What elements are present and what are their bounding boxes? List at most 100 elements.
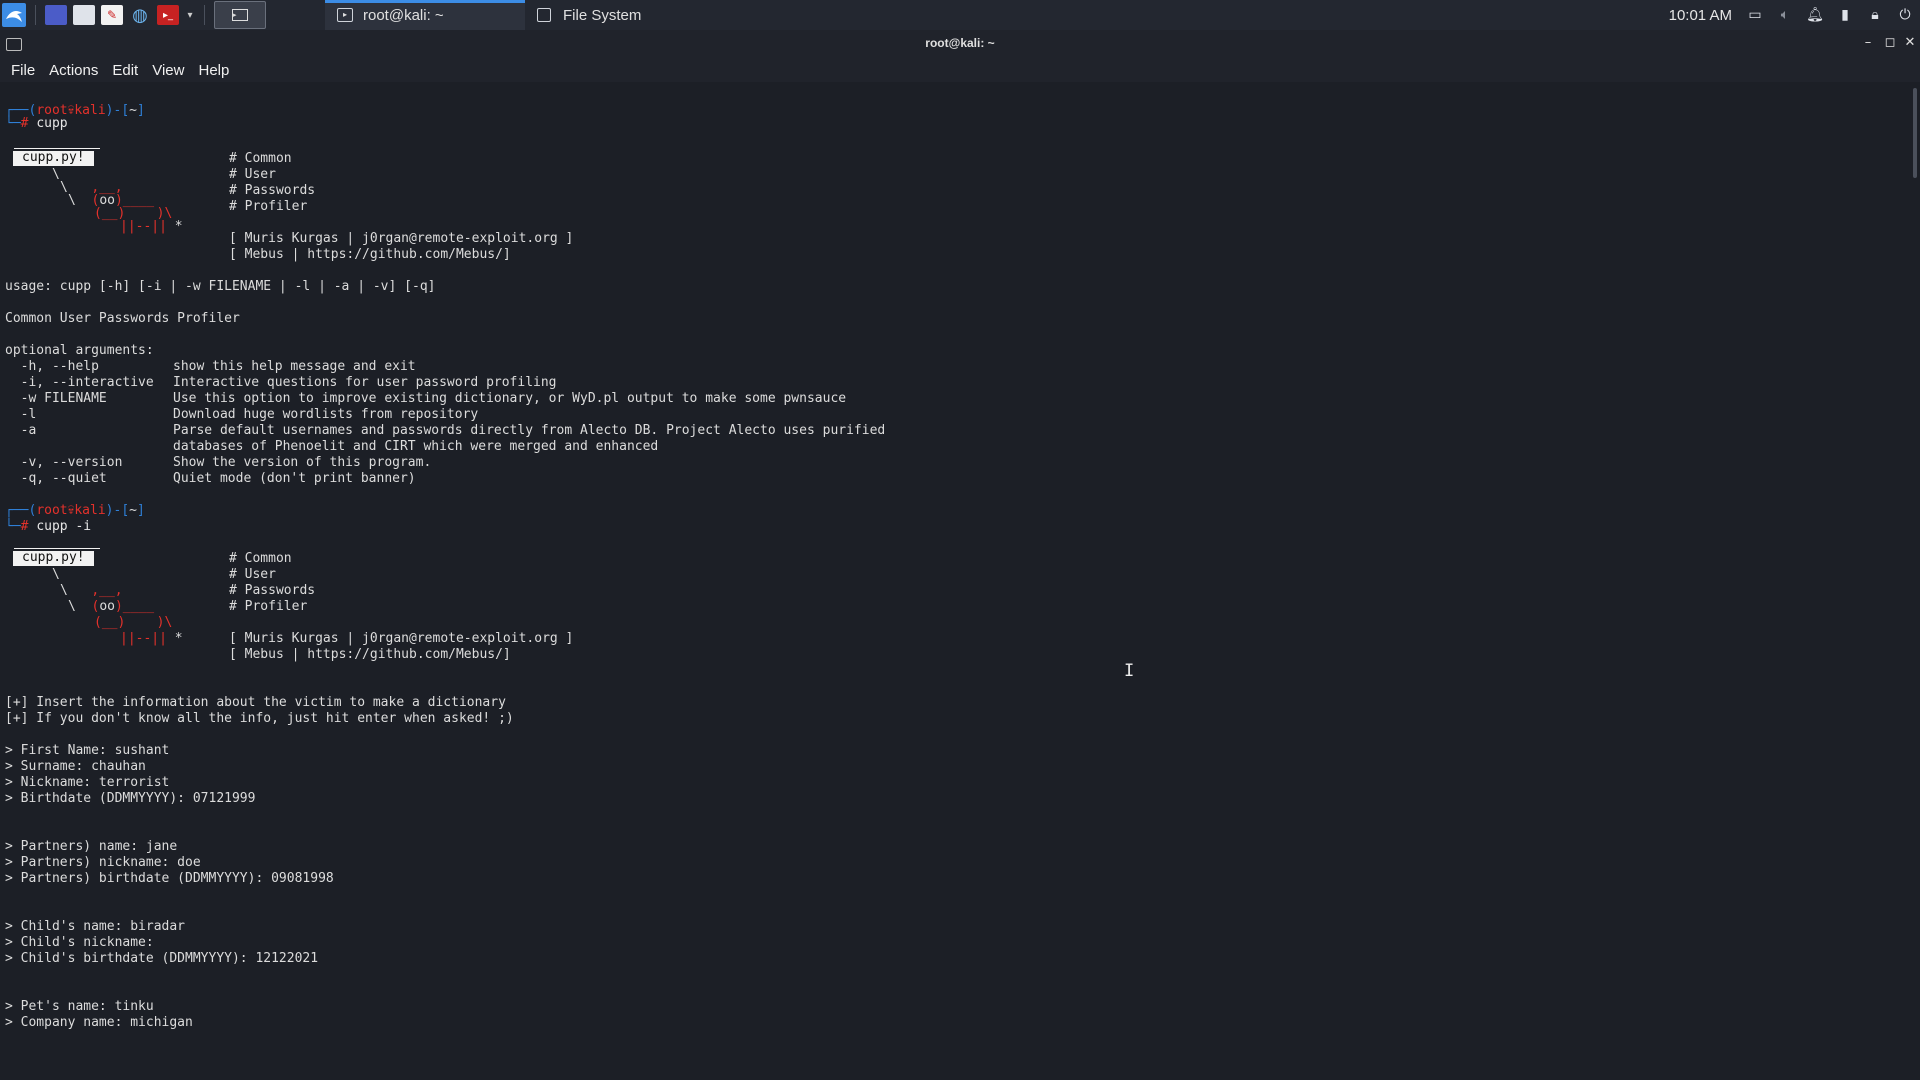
banner-author: [ Muris Kurgas | j0rgan@remote-exploit.o…: [229, 631, 574, 646]
banner-contrib: [ Mebus | https://github.com/Mebus/]: [229, 647, 511, 662]
banner-art: \ (oo)____: [68, 599, 155, 614]
option-flag: -i, --interactive: [5, 375, 154, 390]
banner-text: # Passwords: [229, 183, 316, 198]
banner-text: # Common: [229, 551, 292, 566]
optional-header: optional arguments:: [5, 343, 154, 358]
menu-file[interactable]: File: [4, 62, 42, 79]
banner-label: cupp.py!: [13, 151, 94, 166]
answer-line: > Partners) name: jane: [5, 839, 178, 854]
launcher-group: ✎ ◍ ▸_ ▾ ▸: [0, 0, 269, 30]
file-manager-icon[interactable]: [73, 5, 95, 25]
power-icon[interactable]: ⏻: [1896, 6, 1914, 24]
answer-line: > Company name: michigan: [5, 1015, 193, 1030]
option-desc: Quiet mode (don't print banner): [173, 471, 416, 486]
clock[interactable]: 10:01 AM: [1669, 7, 1732, 24]
option-flag: -w FILENAME: [5, 391, 107, 406]
menu-view[interactable]: View: [145, 62, 191, 79]
banner-text: # Profiler: [229, 199, 308, 214]
menu-help[interactable]: Help: [191, 62, 236, 79]
info-line: [+] If you don't know all the info, just…: [5, 711, 514, 726]
banner-contrib: [ Mebus | https://github.com/Mebus/]: [229, 247, 511, 262]
answer-line: > First Name: sushant: [5, 743, 170, 758]
option-desc: Show the version of this program.: [173, 455, 432, 470]
usage-line: usage: cupp [-h] [-i | -w FILENAME | -l …: [5, 279, 436, 294]
scrollbar-thumb[interactable]: [1913, 88, 1917, 178]
task-file-system-label: File System: [563, 6, 642, 24]
option-desc: Use this option to improve existing dict…: [173, 391, 847, 406]
terminal-red-icon[interactable]: ▸_: [157, 5, 179, 25]
command-line: └─# cupp -i: [5, 519, 92, 534]
text-cursor-icon: I: [1124, 661, 1135, 681]
window-titlebar[interactable]: root@kali: ~ – ◻ ✕: [0, 30, 1920, 58]
info-line: [+] Insert the information about the vic…: [5, 695, 506, 710]
minimize-icon[interactable]: –: [1860, 35, 1876, 51]
banner-label: cupp.py!: [13, 551, 94, 566]
maximize-icon[interactable]: ◻: [1882, 35, 1898, 51]
banner-box-top: [14, 148, 100, 149]
answer-line: > Partners) nickname: doe: [5, 855, 201, 870]
terminal-icon: ▸: [337, 8, 353, 22]
taskbar: ✎ ◍ ▸_ ▾ ▸ ▸ root@kali: ~ File System 10…: [0, 0, 1920, 30]
option-desc: Download huge wordlists from repository: [173, 407, 479, 422]
banner-text: # Profiler: [229, 599, 308, 614]
terminal-output[interactable]: ┌──(root💀︎kali)-[~] └─# cupp cupp.py! \ …: [0, 82, 1908, 1080]
banner-text: # User: [229, 167, 276, 182]
answer-line: > Pet's name: tinku: [5, 999, 154, 1014]
banner-author: [ Muris Kurgas | j0rgan@remote-exploit.o…: [229, 231, 574, 246]
terminal-scrollbar[interactable]: [1908, 82, 1920, 1080]
task-terminal[interactable]: ▸ root@kali: ~: [325, 0, 525, 30]
workspace-1-terminal-icon[interactable]: ▸: [214, 1, 266, 29]
volume-icon[interactable]: 🔈︎: [1776, 6, 1794, 24]
answer-line: > Birthdate (DDMMYYYY): 07121999: [5, 791, 256, 806]
option-flag: -l: [5, 407, 37, 422]
banner-text: # User: [229, 567, 276, 582]
banner-art: \: [52, 567, 60, 582]
option-flag: -v, --version: [5, 455, 123, 470]
answer-line: > Partners) birthdate (DDMMYYYY): 090819…: [5, 871, 334, 886]
answer-line: > Child's birthdate (DDMMYYYY): 12122021: [5, 951, 319, 966]
text-editor-icon[interactable]: ✎: [101, 5, 123, 25]
system-tray: 10:01 AM ▭ 🔈︎ 🔔︎ ▮ 🔒︎ ⏻: [1669, 0, 1920, 30]
desktop-icon[interactable]: [45, 5, 67, 25]
notification-bell-icon[interactable]: 🔔︎: [1806, 6, 1824, 24]
option-desc: databases of Phenoelit and CIRT which we…: [173, 439, 659, 454]
display-icon[interactable]: ▭: [1746, 6, 1764, 24]
task-terminal-label: root@kali: ~: [363, 6, 444, 24]
banner-text: # Passwords: [229, 583, 316, 598]
option-desc: Interactive questions for user password …: [173, 375, 557, 390]
banner-box-top: [14, 548, 100, 549]
banner-art: \: [52, 167, 60, 182]
option-flag: -q, --quiet: [5, 471, 107, 486]
option-flag: -a: [5, 423, 37, 438]
banner-text: # Common: [229, 151, 292, 166]
window-title: root@kali: ~: [925, 36, 995, 50]
browser-icon[interactable]: ◍: [129, 5, 151, 26]
folder-icon: [537, 8, 551, 22]
taskbar-separator: [204, 5, 205, 25]
answer-line: > Child's nickname:: [5, 935, 154, 950]
description-line: Common User Passwords Profiler: [5, 311, 240, 326]
answer-line: > Child's name: biradar: [5, 919, 186, 934]
answer-line: > Surname: chauhan: [5, 759, 146, 774]
banner-art: ||--|| *: [120, 631, 183, 646]
command-text: cupp -i: [36, 519, 92, 534]
command-line: └─# cupp: [5, 116, 68, 131]
battery-icon[interactable]: ▮: [1836, 6, 1854, 24]
option-desc: Parse default usernames and passwords di…: [173, 423, 886, 438]
banner-art: (__) )\: [94, 615, 173, 630]
menu-actions[interactable]: Actions: [42, 62, 105, 79]
menu-edit[interactable]: Edit: [105, 62, 145, 79]
task-file-system[interactable]: File System: [525, 0, 725, 30]
answer-line: > Nickname: terrorist: [5, 775, 170, 790]
menubar: File Actions Edit View Help: [0, 58, 1920, 82]
close-icon[interactable]: ✕: [1902, 35, 1918, 51]
prompt-line: ┌──(root💀︎kali)-[~]: [5, 503, 145, 518]
banner-art: ||--|| *: [120, 219, 183, 234]
lock-icon[interactable]: 🔒︎: [1866, 6, 1884, 24]
option-desc: show this help message and exit: [173, 359, 416, 374]
option-flag: -h, --help: [5, 359, 99, 374]
kali-menu-icon[interactable]: [2, 3, 26, 27]
banner-art: \ ,__,: [60, 583, 123, 598]
taskbar-separator: [35, 5, 36, 25]
chevron-down-icon[interactable]: ▾: [185, 5, 195, 25]
